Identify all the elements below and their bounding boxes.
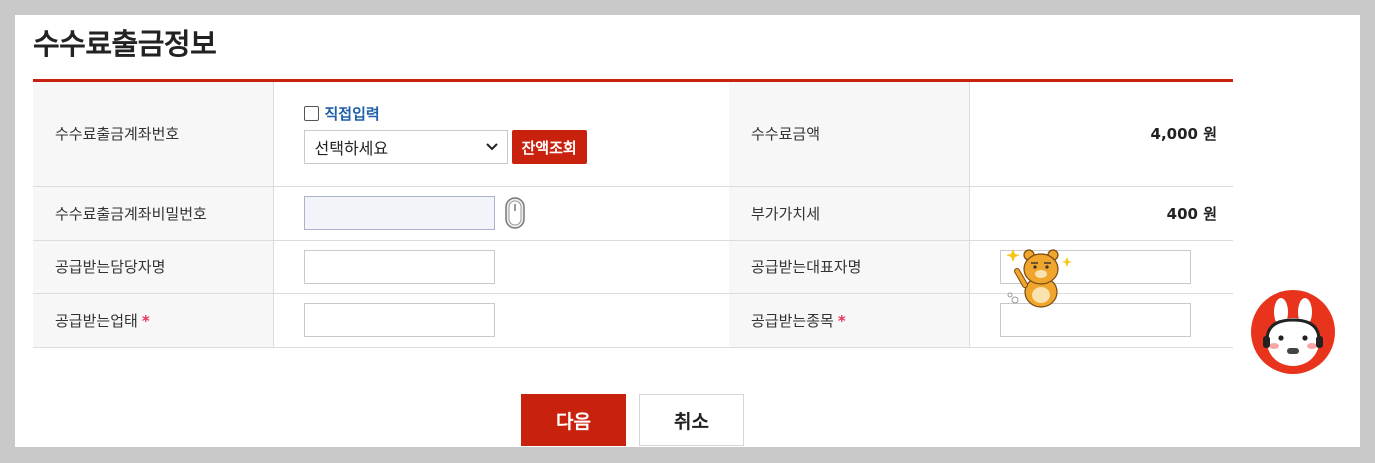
character-sticker-icon	[1006, 249, 1072, 308]
vat-value: 400 원	[969, 186, 1233, 241]
fee-amount-value: 4,000 원	[969, 82, 1233, 187]
contact-name-input[interactable]	[303, 249, 495, 284]
chatbot-icon[interactable]	[1251, 290, 1335, 374]
business-type-input[interactable]	[303, 303, 495, 337]
contact-name-label: 공급받는담당자명	[33, 240, 274, 294]
required-mark: *	[837, 311, 846, 330]
balance-check-button[interactable]: 잔액조회	[511, 130, 587, 165]
vat-label: 부가가치세	[729, 186, 970, 241]
direct-input-label[interactable]: 직접입력	[325, 103, 380, 124]
fee-withdrawal-panel: 수수료출금정보 수수료출금계좌번호 직접입력 선택하세요 잔액조회 수수료금액 …	[15, 15, 1360, 447]
account-select-value: 선택하세요	[314, 139, 389, 159]
direct-input-checkbox[interactable]	[303, 106, 319, 122]
chevron-down-icon	[485, 143, 498, 151]
fee-amount-label: 수수료금액	[729, 82, 970, 187]
page-title: 수수료출금정보	[33, 27, 217, 61]
account-password-label: 수수료출금계좌비밀번호	[33, 186, 274, 241]
required-mark: *	[141, 311, 150, 330]
account-number-label: 수수료출금계좌번호	[33, 82, 274, 187]
business-type-label: 공급받는업태 *	[33, 293, 274, 348]
account-number-cell: 직접입력 선택하세요 잔액조회	[273, 82, 729, 187]
form-row-password: 수수료출금계좌비밀번호 부가가치세 400 원	[33, 186, 1233, 241]
account-select[interactable]: 선택하세요	[303, 130, 508, 165]
account-password-input[interactable]	[303, 196, 495, 230]
account-password-cell	[273, 186, 729, 241]
next-button[interactable]: 다음	[521, 394, 626, 446]
representative-name-label: 공급받는대표자명	[729, 240, 970, 294]
form-row-account: 수수료출금계좌번호 직접입력 선택하세요 잔액조회 수수료금액 4,000 원	[33, 82, 1233, 187]
mouse-icon[interactable]	[503, 196, 527, 230]
business-item-label: 공급받는종목 *	[729, 293, 970, 348]
cancel-button[interactable]: 취소	[639, 394, 744, 446]
